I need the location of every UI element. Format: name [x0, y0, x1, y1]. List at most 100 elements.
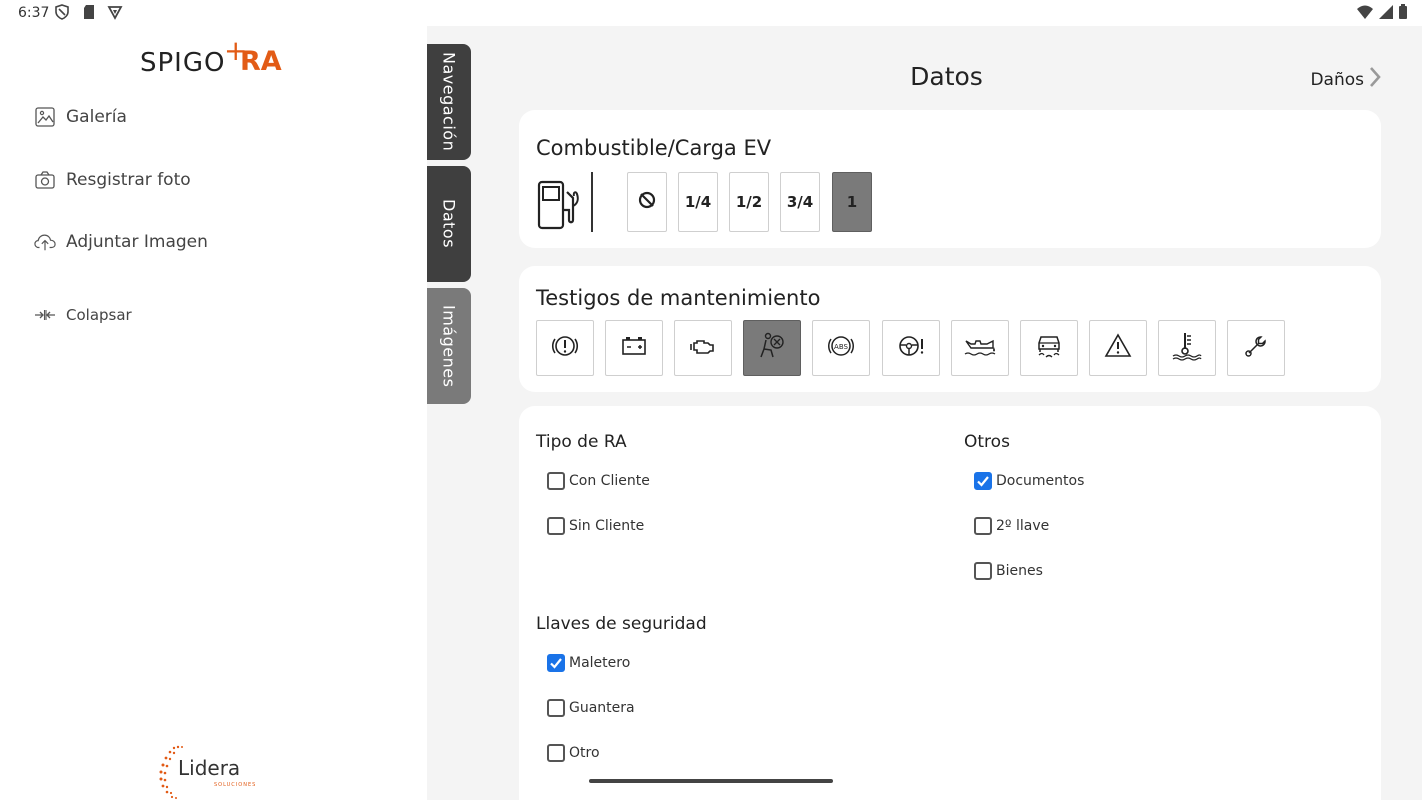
warning-abs-button[interactable]: ABS	[812, 320, 870, 376]
maintenance-title: Testigos de mantenimiento	[536, 286, 821, 310]
lidera-logo-subtext: SOLUCIONES	[214, 782, 257, 788]
checkbox-box[interactable]	[974, 517, 992, 535]
tipo-ra-title: Tipo de RA	[536, 432, 627, 452]
logo-suffix: RA	[240, 46, 282, 77]
checkbox-segunda-llave[interactable]: 2º llave	[974, 517, 1049, 535]
checkbox-label: Maletero	[569, 655, 631, 671]
oil-pressure-icon	[963, 331, 997, 365]
checkbox-bienes[interactable]: Bienes	[974, 562, 1043, 580]
page-title: Datos	[910, 62, 983, 91]
checkmark-icon	[550, 658, 562, 669]
warning-airbag-button[interactable]	[743, 320, 801, 376]
tab-datos[interactable]: Datos	[427, 166, 471, 282]
fuel-card: Combustible/Carga EV 1/4 1/2 3/4 1	[519, 110, 1381, 248]
checkbox-label: 2º llave	[996, 518, 1050, 534]
checkbox-sin-cliente[interactable]: Sin Cliente	[547, 517, 644, 535]
llaves-title: Llaves de seguridad	[536, 614, 707, 634]
service-wrench-icon	[1243, 333, 1269, 363]
checkbox-label: Documentos	[996, 473, 1085, 489]
gallery-icon	[34, 106, 56, 128]
logo-text: SPIGO	[140, 48, 226, 78]
tab-navegacion[interactable]: Navegación	[427, 44, 471, 160]
shield-icon	[54, 4, 70, 24]
battery-warning-icon	[619, 331, 649, 365]
sd-card-icon	[82, 4, 96, 24]
brake-warning-icon	[550, 331, 580, 365]
vpn-icon	[107, 4, 123, 24]
status-bar: 6:37	[0, 0, 1422, 26]
next-label: Daños	[1310, 69, 1364, 90]
chevron-right-icon	[1368, 66, 1382, 93]
warning-oil-button[interactable]	[951, 320, 1009, 376]
checkbox-box[interactable]	[974, 562, 992, 580]
warning-engine-button[interactable]	[674, 320, 732, 376]
fuel-option-full[interactable]: 1	[832, 172, 872, 232]
gesture-home-bar[interactable]	[589, 779, 833, 783]
sidebar-item-label: Resgistrar foto	[66, 170, 191, 190]
checkbox-documentos[interactable]: Documentos	[974, 472, 1084, 490]
hazard-warning-icon	[1103, 331, 1133, 365]
checkbox-box[interactable]	[974, 472, 992, 490]
warning-brake-button[interactable]	[536, 320, 594, 376]
fuel-option-half[interactable]: 1/2	[729, 172, 769, 232]
steering-warning-icon	[896, 331, 926, 365]
checkbox-label: Guantera	[569, 700, 635, 716]
options-card: Tipo de RA Con Cliente Sin Cliente Otros…	[519, 406, 1381, 800]
fuel-divider	[591, 172, 593, 232]
otros-title: Otros	[964, 432, 1010, 452]
airbag-warning-icon	[757, 331, 787, 365]
checkbox-label: Bienes	[996, 563, 1043, 579]
checkbox-otro[interactable]: Otro	[547, 744, 600, 762]
tab-label: Navegación	[439, 52, 459, 152]
lidera-logo: Lidera SOLUCIONES	[156, 744, 266, 800]
checkbox-maletero[interactable]: Maletero	[547, 654, 630, 672]
sidebar-item-galeria[interactable]: Galería	[34, 106, 127, 128]
status-time: 6:37	[18, 5, 50, 21]
tab-label: Datos	[439, 199, 459, 249]
checkbox-con-cliente[interactable]: Con Cliente	[547, 472, 650, 490]
warning-steering-button[interactable]	[882, 320, 940, 376]
sidebar-item-adjuntar-imagen[interactable]: Adjuntar Imagen	[34, 231, 208, 253]
sidebar-item-registrar-foto[interactable]: Resgistrar foto	[34, 169, 191, 191]
fuel-option-quarter[interactable]: 1/4	[678, 172, 718, 232]
checkbox-guantera[interactable]: Guantera	[547, 699, 635, 717]
spigo-ra-logo: SPIGO + RA	[138, 34, 288, 78]
svg-text:ABS: ABS	[834, 343, 848, 351]
battery-icon	[1398, 4, 1408, 24]
checkbox-box[interactable]	[547, 699, 565, 717]
maintenance-card: Testigos de mantenimiento ABS	[519, 266, 1381, 392]
checkbox-label: Con Cliente	[569, 473, 650, 489]
tab-imagenes[interactable]: Imágenes	[427, 288, 471, 404]
checkbox-box[interactable]	[547, 472, 565, 490]
engine-warning-icon	[688, 331, 718, 365]
warning-battery-button[interactable]	[605, 320, 663, 376]
sidebar-item-label: Galería	[66, 107, 127, 127]
warning-service-button[interactable]	[1227, 320, 1285, 376]
main-content: Datos Daños Combustible/Carga EV 1/4 1/2…	[471, 26, 1422, 800]
checkbox-box[interactable]	[547, 744, 565, 762]
tab-label: Imágenes	[439, 304, 459, 388]
warning-traction-button[interactable]	[1020, 320, 1078, 376]
checkbox-box[interactable]	[547, 517, 565, 535]
camera-icon	[34, 169, 56, 191]
next-danos-button[interactable]: Daños	[1310, 66, 1382, 93]
coolant-temp-icon	[1171, 330, 1203, 366]
wifi-icon	[1356, 4, 1374, 24]
sidebar-item-colapsar[interactable]: Colapsar	[34, 304, 132, 326]
warning-coolant-button[interactable]	[1158, 320, 1216, 376]
traction-control-icon	[1034, 331, 1064, 365]
abs-warning-icon: ABS	[826, 331, 856, 365]
sidebar-item-label: Colapsar	[66, 306, 132, 324]
warning-hazard-button[interactable]	[1089, 320, 1147, 376]
sidebar-item-label: Adjuntar Imagen	[66, 232, 208, 252]
fuel-option-empty[interactable]	[627, 172, 667, 232]
fuel-pump-icon	[537, 176, 589, 232]
signal-icon	[1378, 4, 1394, 24]
checkbox-box[interactable]	[547, 654, 565, 672]
fuel-title: Combustible/Carga EV	[536, 136, 772, 160]
checkmark-icon	[977, 476, 989, 487]
sidebar: SPIGO + RA Galería Resgistrar foto Adjun…	[0, 26, 427, 800]
fuel-option-three-quarters[interactable]: 3/4	[780, 172, 820, 232]
cloud-upload-icon	[34, 231, 56, 253]
collapse-icon	[34, 304, 56, 326]
